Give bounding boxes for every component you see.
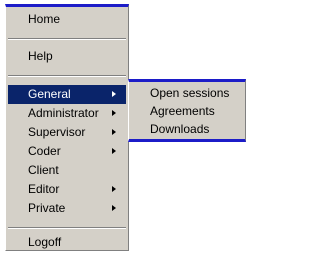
menu-item-administrator[interactable]: Administrator [8, 104, 126, 123]
submenu-item-label: Open sessions [150, 86, 230, 100]
menu-item-label: Home [28, 12, 61, 26]
menu-item-label: Coder [28, 144, 61, 158]
main-menu: Home Help General Administrator Supervis… [5, 4, 129, 251]
menu-item-home[interactable]: Home [8, 10, 126, 29]
submenu-item-downloads[interactable]: Downloads [131, 121, 243, 138]
submenu-item-label: Agreements [150, 104, 215, 118]
submenu-arrow-icon [112, 205, 116, 211]
menu-separator [8, 75, 126, 77]
menu-item-label: Administrator [28, 106, 99, 120]
submenu-arrow-icon [112, 91, 116, 97]
menu-item-label: Logoff [28, 235, 62, 249]
submenu-item-open-sessions[interactable]: Open sessions [131, 85, 243, 102]
submenu-item-agreements[interactable]: Agreements [131, 103, 243, 120]
menu-item-label: Supervisor [28, 125, 86, 139]
menu-separator [8, 38, 126, 40]
menu-separator [8, 227, 126, 229]
menu-item-label: Help [28, 49, 53, 63]
menu-item-label: General [28, 87, 71, 101]
menu-item-client[interactable]: Client [8, 161, 126, 180]
submenu-arrow-icon [112, 148, 116, 154]
submenu-arrow-icon [112, 110, 116, 116]
menu-item-logoff[interactable]: Logoff [8, 233, 126, 252]
menu-item-editor[interactable]: Editor [8, 180, 126, 199]
submenu-item-label: Downloads [150, 122, 210, 136]
menu-item-coder[interactable]: Coder [8, 142, 126, 161]
menu-item-general[interactable]: General [8, 85, 126, 104]
menu-item-label: Private [28, 201, 66, 215]
menu-item-label: Client [28, 163, 59, 177]
menu-item-private[interactable]: Private [8, 199, 126, 218]
menu-item-supervisor[interactable]: Supervisor [8, 123, 126, 142]
submenu-arrow-icon [112, 186, 116, 192]
submenu-arrow-icon [112, 129, 116, 135]
general-submenu: Open sessions Agreements Downloads [128, 79, 246, 142]
menu-item-label: Editor [28, 182, 60, 196]
menu-item-help[interactable]: Help [8, 47, 126, 66]
